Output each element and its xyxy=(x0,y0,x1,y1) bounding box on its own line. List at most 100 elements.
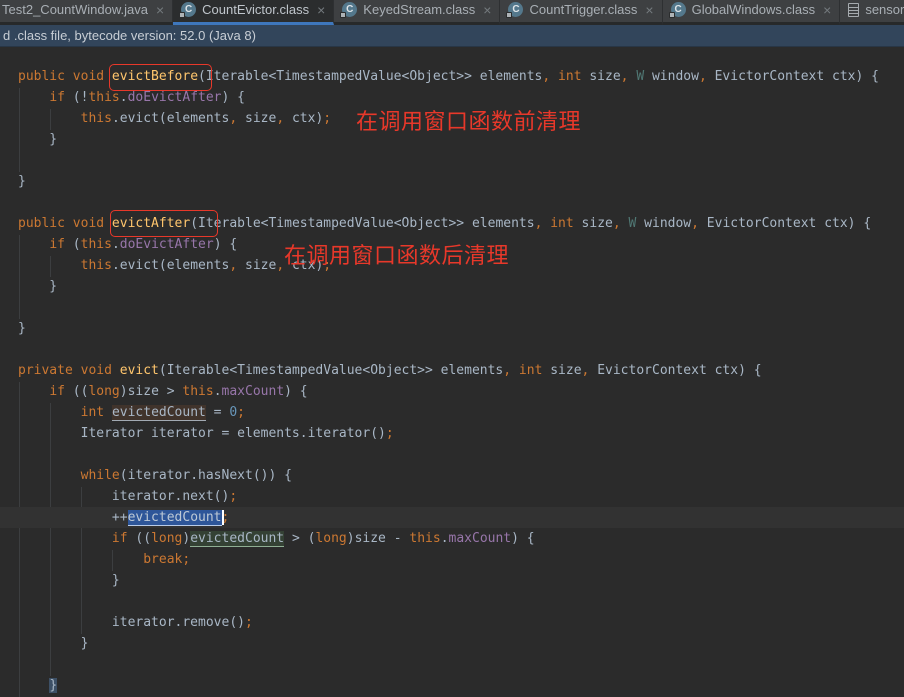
code-token: ) { xyxy=(221,90,245,105)
code-token: , xyxy=(691,216,699,231)
lock-icon xyxy=(340,12,347,18)
code-token: } xyxy=(18,573,120,588)
ide-window: Test2_CountWindow.java × C CountEvictor.cla… xyxy=(0,0,904,697)
code-token: doEvictAfter xyxy=(119,237,214,252)
code-token: long xyxy=(88,384,120,399)
tab-CountTrigger.class[interactable]: C CountTrigger.class × xyxy=(500,0,663,25)
code-line: if ((long)size > this.maxCount) { xyxy=(18,381,879,402)
code-token: . xyxy=(119,90,128,105)
code-token: window xyxy=(644,69,699,84)
code-token: EvictorContext ctx) { xyxy=(706,69,879,84)
tab-GlobalWindows.class[interactable]: C GlobalWindows.class × xyxy=(662,0,841,25)
code-token: if xyxy=(49,237,65,252)
code-token: evict xyxy=(119,363,159,378)
code-token: break; xyxy=(143,552,191,567)
code-line: } xyxy=(18,570,879,591)
code-line: } xyxy=(18,318,879,339)
code-token: , xyxy=(229,111,238,126)
code-token: ; xyxy=(385,426,394,441)
code-token: long xyxy=(151,531,183,546)
close-icon[interactable]: × xyxy=(645,3,653,17)
code-line: } xyxy=(18,633,879,654)
code-token: ) { xyxy=(213,237,238,252)
code-line: int evictedCount = 0; xyxy=(18,402,879,423)
code-token: )size - xyxy=(346,531,410,546)
code-token: public void xyxy=(18,216,112,231)
tab-label: CountEvictor.class xyxy=(202,2,310,17)
code-token: if xyxy=(49,90,65,105)
code-line: iterator.remove(); xyxy=(18,612,879,633)
code-token: EvictorContext ctx) { xyxy=(698,216,872,231)
code-token: (! xyxy=(64,90,89,105)
code-token: } xyxy=(18,279,58,294)
code-token: int xyxy=(80,405,105,420)
code-token: ; xyxy=(244,615,253,630)
code-token: } xyxy=(49,678,58,693)
close-icon[interactable]: × xyxy=(483,3,491,17)
tab-label: Test2_CountWindow.java xyxy=(2,2,148,17)
code-token: doEvictAfter xyxy=(127,90,222,105)
code-token: .evict(elements xyxy=(111,258,230,273)
code-token: int xyxy=(518,363,543,378)
code-token: Iterator iterator = elements.iterator() xyxy=(18,426,386,441)
code-token: ctx) xyxy=(284,111,324,126)
code-editor[interactable]: public void evictBefore(Iterable<Timesta… xyxy=(0,47,904,697)
code-token: this xyxy=(80,237,112,252)
code-token: this xyxy=(80,111,112,126)
code-area: public void evictBefore(Iterable<Timesta… xyxy=(18,66,879,696)
code-line: } xyxy=(18,276,879,297)
code-token: size xyxy=(573,216,613,231)
code-token: } xyxy=(18,636,89,651)
close-icon[interactable]: × xyxy=(317,3,325,17)
close-icon[interactable]: × xyxy=(823,3,831,17)
tab-Test2_CountWindow.java[interactable]: Test2_CountWindow.java × xyxy=(0,0,174,25)
code-line: ++evictedCount; xyxy=(18,507,879,528)
code-token: , xyxy=(698,69,707,84)
code-line: } xyxy=(18,675,879,696)
code-token: size xyxy=(237,258,277,273)
code-token: long xyxy=(315,531,347,546)
code-token: . xyxy=(111,237,120,252)
lock-icon xyxy=(668,12,675,18)
code-token: = xyxy=(205,405,230,420)
code-token: ; xyxy=(323,111,332,126)
code-token: (( xyxy=(127,531,152,546)
code-line: while(iterator.hasNext()) { xyxy=(18,465,879,486)
class-icon: C xyxy=(340,2,358,18)
code-token: ++ xyxy=(18,510,128,525)
code-token: size xyxy=(581,69,621,84)
tab-KeyedStream.class[interactable]: C KeyedStream.class × xyxy=(334,0,501,25)
code-token: ) { xyxy=(511,531,535,546)
close-icon[interactable]: × xyxy=(156,3,164,17)
code-line: if ((long)evictedCount > (long)size - th… xyxy=(18,528,879,549)
code-token: evictedCount xyxy=(190,531,285,547)
code-token: ) { xyxy=(284,384,308,399)
code-line: Iterator iterator = elements.iterator(); xyxy=(18,423,879,444)
banner-text: d .class file, bytecode version: 52.0 (J… xyxy=(3,28,256,43)
tab-sensorTime[interactable]: sensorTime xyxy=(840,0,904,25)
red-annotation-text-before: 在调用窗口函数前清理 xyxy=(356,109,582,134)
code-token: EvictorContext ctx) { xyxy=(589,363,762,378)
code-token: window xyxy=(636,216,692,231)
tab-label: CountTrigger.class xyxy=(529,2,638,17)
tab-CountEvictor.class[interactable]: C CountEvictor.class × xyxy=(173,0,335,25)
code-token: (iterator.hasNext()) { xyxy=(119,468,292,483)
code-line: private void evict(Iterable<TimestampedV… xyxy=(18,360,879,381)
code-line: iterator.next(); xyxy=(18,486,879,507)
code-token: , xyxy=(229,258,238,273)
code-token: , xyxy=(612,216,621,231)
code-token: while xyxy=(80,468,120,483)
lock-icon xyxy=(179,12,186,18)
